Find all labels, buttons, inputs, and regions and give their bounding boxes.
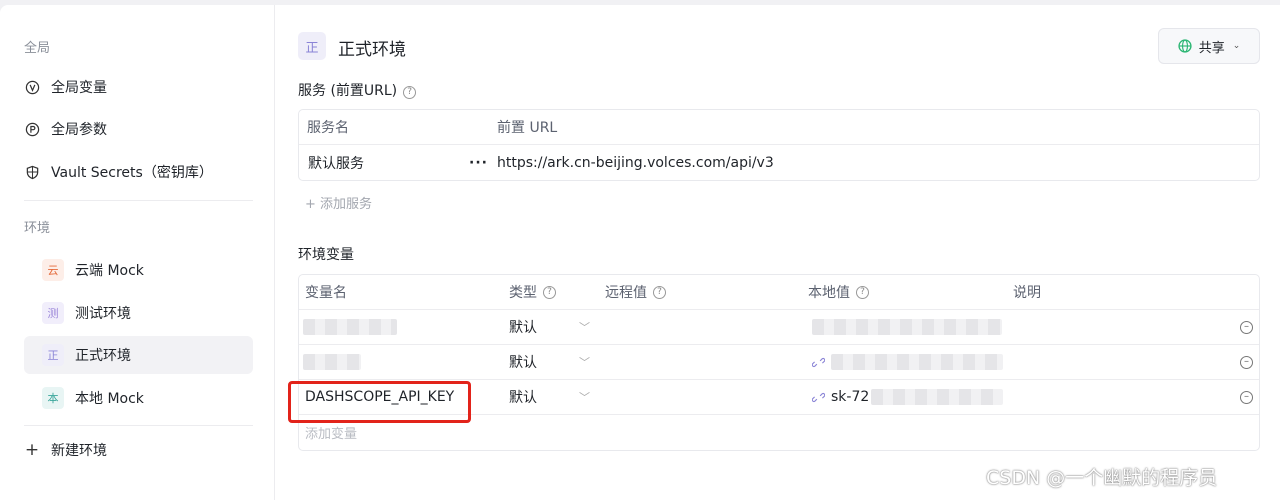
env-label: 测试环境 (75, 306, 131, 322)
share-button[interactable]: 共享 ⌄ (1158, 28, 1260, 64)
env-label: 本地 Mock (75, 391, 144, 407)
sidebar-item-label: 全局参数 (51, 122, 107, 138)
new-environment-button[interactable]: + 新建环境 (24, 431, 253, 469)
globe-icon (1178, 39, 1192, 53)
column-header-var-name: 变量名 (305, 285, 347, 301)
sidebar-env-local-mock[interactable]: 本 本地 Mock (24, 379, 253, 417)
new-environment-label: 新建环境 (51, 443, 107, 459)
column-header-service-name: 服务名 (307, 120, 349, 136)
shield-icon (24, 164, 40, 180)
env-label: 正式环境 (75, 348, 131, 364)
env-badge: 正 (42, 344, 64, 366)
watermark: CSDN @一个幽默的程序员 (986, 467, 1218, 489)
local-value-redacted[interactable] (812, 345, 1003, 379)
unlink-icon (812, 391, 825, 404)
help-icon[interactable]: ? (403, 85, 417, 99)
table-row[interactable]: 默认服务 ··· https://ark.cn-beijing.volces.c… (299, 145, 1259, 180)
remove-row-icon[interactable]: – (1240, 345, 1253, 379)
service-url[interactable]: https://ark.cn-beijing.volces.com/api/v3 (497, 145, 774, 180)
local-value-redacted[interactable] (812, 310, 1002, 344)
sidebar-section-global: 全局 (24, 41, 51, 56)
help-icon[interactable]: ? (653, 285, 666, 299)
services-title-text: 服务 (前置URL) (298, 83, 398, 99)
v-circle-icon (24, 79, 40, 95)
plus-icon: + (24, 440, 40, 460)
env-badge: 测 (42, 302, 64, 324)
sidebar-item-global-params[interactable]: 全局参数 (24, 110, 253, 148)
sidebar-section-env: 环境 (24, 221, 51, 236)
env-vars-title: 环境变量 (298, 247, 354, 263)
env-badge: 本 (42, 387, 64, 409)
sidebar-divider (24, 425, 253, 426)
sidebar: 全局 全局变量 全局参数 Vault Secrets（密钥库） 环境 云 云端 … (0, 5, 275, 500)
sidebar-item-label: Vault Secrets（密钥库） (51, 165, 213, 181)
chevron-down-icon[interactable]: ﹀ (579, 310, 590, 344)
environment-window: 全局 全局变量 全局参数 Vault Secrets（密钥库） 环境 云 云端 … (0, 5, 1280, 500)
env-title-badge: 正 (298, 32, 326, 60)
sidebar-env-cloud-mock[interactable]: 云 云端 Mock (24, 251, 253, 289)
chevron-down-icon[interactable]: ﹀ (579, 380, 590, 414)
remove-row-icon[interactable]: – (1240, 310, 1253, 344)
table-header-row: 服务名 前置 URL (299, 110, 1259, 145)
help-icon[interactable]: ? (856, 285, 869, 299)
sidebar-divider (24, 200, 253, 201)
table-row[interactable]: 默认 ﹀ – (299, 310, 1259, 345)
sidebar-env-production[interactable]: 正 正式环境 (24, 336, 253, 374)
p-circle-icon (24, 121, 40, 137)
local-value-prefix: sk-72 (831, 389, 870, 405)
var-name-redacted[interactable] (303, 310, 397, 344)
help-icon[interactable]: ? (543, 285, 556, 299)
main-panel: 正 正式环境 共享 ⌄ 服务 (前置URL)? 服务名 前置 URL 默认服务 … (275, 5, 1280, 500)
table-header-row: 变量名 类型? 远程值? 本地值? 说明 (299, 275, 1259, 310)
column-header-type-text: 类型 (509, 285, 537, 301)
var-type[interactable]: 默认 (509, 345, 537, 379)
services-table: 服务名 前置 URL 默认服务 ··· https://ark.cn-beiji… (298, 109, 1260, 181)
env-badge: 云 (42, 259, 64, 281)
env-vars-table: 变量名 类型? 远程值? 本地值? 说明 默认 ﹀ – 默认 ﹀ – DASHS… (298, 274, 1260, 451)
chevron-down-icon[interactable]: ﹀ (579, 345, 590, 379)
sidebar-item-global-variables[interactable]: 全局变量 (24, 68, 253, 106)
table-row[interactable]: 默认 ﹀ – (299, 345, 1259, 380)
more-icon[interactable]: ··· (469, 145, 488, 180)
column-header-type: 类型? (509, 275, 556, 309)
column-header-local-text: 本地值 (808, 285, 850, 301)
services-title: 服务 (前置URL)? (298, 80, 417, 100)
sidebar-item-label: 全局变量 (51, 80, 107, 96)
sidebar-env-test[interactable]: 测 测试环境 (24, 294, 253, 332)
share-label: 共享 (1198, 40, 1225, 56)
column-header-description: 说明 (1013, 285, 1041, 301)
local-value[interactable]: sk-72 (812, 380, 1004, 414)
service-name[interactable]: 默认服务 (308, 145, 364, 180)
column-header-local-value: 本地值? (808, 275, 869, 309)
add-service-button[interactable]: + 添加服务 (305, 193, 372, 212)
page-title[interactable]: 正式环境 (338, 35, 406, 60)
env-label: 云端 Mock (75, 263, 144, 279)
var-type[interactable]: 默认 (509, 380, 537, 414)
sidebar-item-vault-secrets[interactable]: Vault Secrets（密钥库） (24, 153, 253, 191)
column-header-remote-value: 远程值? (605, 275, 666, 309)
column-header-base-url: 前置 URL (497, 120, 558, 136)
chevron-down-icon: ⌄ (1232, 41, 1241, 51)
column-header-remote-text: 远程值 (605, 285, 647, 301)
remove-row-icon[interactable]: – (1240, 380, 1253, 414)
var-type[interactable]: 默认 (509, 310, 537, 344)
annotation-highlight-box (288, 381, 471, 423)
var-name-redacted[interactable] (303, 345, 361, 379)
unlink-icon (812, 356, 825, 369)
